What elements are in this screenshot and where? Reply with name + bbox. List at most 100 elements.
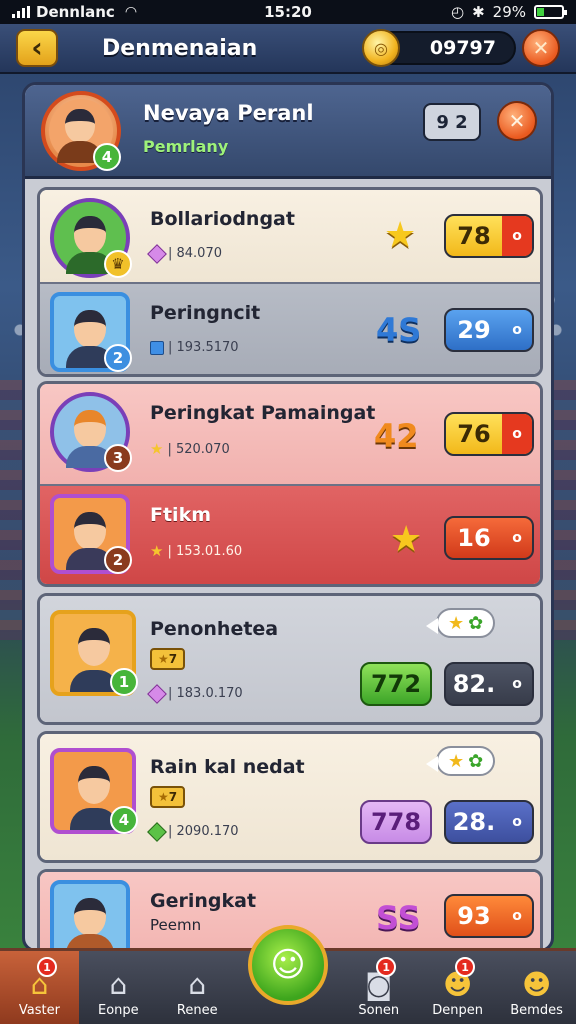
- nav-label: Sonen: [358, 1003, 400, 1018]
- house-icon: ⌂: [109, 968, 128, 1001]
- level-badge: 1: [110, 668, 138, 696]
- player-avatar: 2: [50, 494, 132, 574]
- level-badge: 2: [104, 344, 132, 372]
- rank-value-pill: 76 o: [444, 412, 534, 456]
- signal-icon: [12, 6, 30, 18]
- star-icon: ★: [158, 790, 169, 804]
- player-name: Peringkat Pamaingat: [150, 402, 376, 424]
- list-item[interactable]: 1 Penonhetea ★ 7 | 183.0.170 ★ ✿ 772 82. o: [40, 596, 540, 722]
- shop-icon: ⌂: [188, 968, 207, 1001]
- battery-percent: 29%: [492, 3, 526, 21]
- nav-tab-bemdes[interactable]: ☻ Bemdes: [497, 951, 576, 1024]
- header-close-button[interactable]: ✕: [522, 29, 560, 67]
- player-avatar: 3: [50, 392, 132, 472]
- score-pill: 778: [360, 800, 432, 844]
- rank-value-pill: 82. o: [444, 662, 534, 706]
- level-badge: 3: [104, 444, 132, 472]
- rank-value-pill: 78 o: [444, 214, 534, 258]
- close-icon: ✕: [508, 109, 526, 133]
- player-avatar: [50, 880, 130, 949]
- nav-label: Vaster: [18, 1003, 60, 1018]
- rank-value-pill: 93 o: [444, 894, 534, 938]
- player-name: Penonhetea: [150, 618, 279, 640]
- back-button[interactable]: ‹: [16, 29, 58, 67]
- nav-tab-renee[interactable]: ⌂ Renee: [158, 951, 237, 1024]
- bluetooth-icon: ✱: [472, 3, 485, 21]
- list-item[interactable]: 2 Ftikm ★ | 153.01.60 ★ 16 o: [40, 484, 540, 584]
- profile-close-button[interactable]: ✕: [497, 101, 537, 141]
- star-icon: ★: [150, 542, 164, 560]
- rank-value-pill: 29 o: [444, 308, 534, 352]
- reward-bubble[interactable]: ★ ✿: [425, 608, 496, 638]
- notification-badge: 1: [376, 957, 397, 977]
- player-score: | 193.5170: [150, 340, 239, 355]
- list-item[interactable]: ♛ Bollariodngat | 84.070 ★ 78 o: [40, 190, 540, 282]
- chat-smile-icon: ☺: [270, 945, 306, 985]
- level-badge: 2: [104, 546, 132, 574]
- notification-badge: 1: [455, 957, 476, 977]
- profile-name: Nevaya Peranl: [143, 101, 314, 125]
- nav-label: Eonpe: [98, 1003, 139, 1018]
- player-score: ★ | 153.01.60: [150, 542, 243, 560]
- profile-counter: 9 2: [423, 103, 481, 141]
- top-header: ‹ Denmenaian ◎ 09797 ✕: [0, 24, 576, 74]
- profile-avatar[interactable]: 4: [41, 91, 121, 171]
- rank-group: 1 Penonhetea ★ 7 | 183.0.170 ★ ✿ 772 82. o: [37, 593, 543, 725]
- nav-tab-denpen[interactable]: ☻ Denpen 1: [418, 951, 497, 1024]
- gem-icon: [147, 683, 167, 704]
- list-item[interactable]: 2 Peringncit | 193.5170 4S 29 o: [40, 282, 540, 374]
- wifi-icon: ◠: [124, 4, 138, 20]
- nav-label: Bemdes: [510, 1003, 563, 1018]
- rank-value-pill: 28. o: [444, 800, 534, 844]
- player-score: ★ | 520.070: [150, 440, 230, 458]
- leaderboard-panel: 4 Nevaya Peranl Pemrlany 9 2 ✕ ♛ Bollari…: [22, 82, 554, 952]
- player-avatar: ♛: [50, 198, 132, 278]
- center-play-button[interactable]: ☺: [248, 925, 328, 1005]
- battery-icon: [534, 5, 567, 19]
- player-name: Rain kal nedat: [150, 756, 305, 778]
- chip-icon: [150, 340, 164, 355]
- rank-number: 4S: [376, 311, 422, 349]
- rank-group: 4 Rain kal nedat ★ 7 | 2090.170 ★ ✿ 778 28…: [37, 731, 543, 863]
- player-avatar: 2: [50, 292, 132, 372]
- nav-center-item: ☺: [237, 925, 340, 1024]
- player-avatar: 4: [50, 748, 138, 834]
- star-icon: ★: [448, 750, 465, 772]
- leaf-icon: ✿: [468, 750, 484, 772]
- profile-subtitle: Pemrlany: [143, 137, 229, 156]
- player-name: Peringncit: [150, 302, 261, 324]
- clock: 15:20: [264, 3, 312, 21]
- player-avatar: 1: [50, 610, 138, 696]
- star-icon: ★: [150, 440, 164, 458]
- gem-icon: [147, 821, 167, 842]
- notification-badge: 1: [36, 957, 57, 977]
- nav-label: Renee: [176, 1003, 218, 1018]
- list-item[interactable]: 3 Peringkat Pamaingat ★ | 520.070 42 76 o: [40, 384, 540, 484]
- reward-bubble[interactable]: ★ ✿: [425, 746, 496, 776]
- star-icon: ★: [384, 215, 417, 256]
- nav-tab-sonen[interactable]: ◙ Sonen 1: [339, 951, 418, 1024]
- alarm-icon: ◴: [450, 3, 465, 21]
- rank-number: 42: [374, 417, 419, 455]
- coin-balance[interactable]: ◎ 09797: [362, 29, 516, 67]
- rank-tag: ★ 7: [150, 648, 186, 670]
- list-item[interactable]: 4 Rain kal nedat ★ 7 | 2090.170 ★ ✿ 778 28…: [40, 734, 540, 860]
- player-name: Geringkat: [150, 890, 257, 912]
- rank-group: ♛ Bollariodngat | 84.070 ★ 78 o 2 Peringn…: [37, 187, 543, 377]
- gem-icon: [147, 243, 167, 264]
- player-score: | 2090.170: [147, 821, 239, 842]
- bottom-navigation: ⌂ Vaster 1 ⌂ Eonpe ⌂ Renee ☺ ◙ Sonen 1 ☻…: [0, 925, 576, 1024]
- player-name: Ftikm: [150, 504, 212, 526]
- profile-level-badge: 4: [93, 143, 121, 171]
- nav-tab-vaster[interactable]: ⌂ Vaster 1: [0, 951, 79, 1024]
- nav-tab-eonpe[interactable]: ⌂ Eonpe: [79, 951, 158, 1024]
- level-badge: 4: [110, 806, 138, 834]
- status-bar: Dennlanc ◠ 15:20 ◴ ✱ 29%: [0, 0, 576, 24]
- coin-value: 09797: [429, 37, 496, 59]
- page-title: Denmenaian: [102, 35, 258, 61]
- close-icon: ✕: [532, 36, 550, 60]
- chevron-left-icon: ‹: [31, 31, 43, 64]
- mascot-icon: ☻: [521, 968, 552, 1001]
- player-name: Bollariodngat: [150, 208, 295, 230]
- player-subtitle: Peemn: [150, 916, 202, 934]
